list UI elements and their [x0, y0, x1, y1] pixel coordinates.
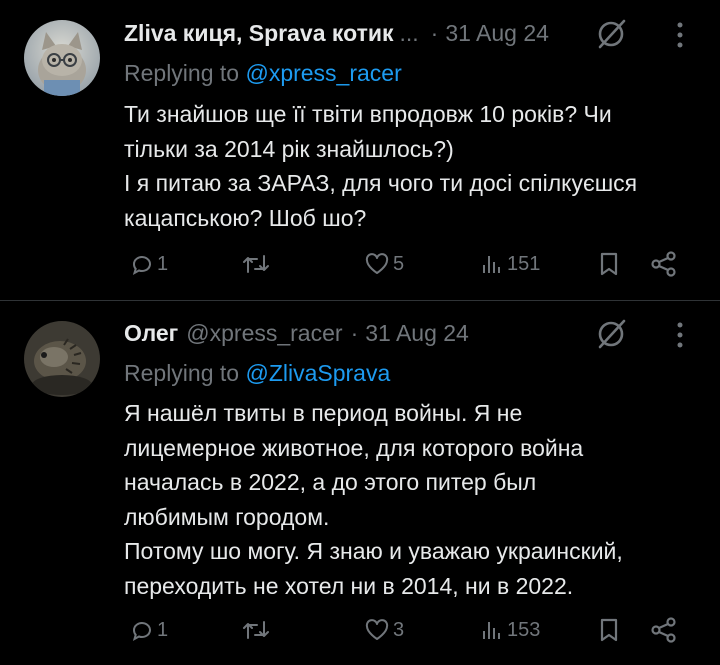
bookmark-icon: [600, 252, 618, 276]
avatar[interactable]: [24, 20, 100, 96]
views-icon: [483, 622, 500, 639]
reply-count: 1: [157, 252, 169, 275]
hedgehog-avatar: [24, 321, 100, 397]
share-icon: [651, 617, 676, 643]
tweet-text-line: началась в 2022, а до этого питер был: [124, 469, 537, 495]
more-options-icon[interactable]: [676, 320, 684, 350]
tweet-date[interactable]: 31 Aug 24: [445, 20, 549, 47]
heart-icon: [365, 619, 389, 640]
tweet-text-line: тільки за 2014 рік знайшлось?): [124, 135, 454, 162]
share-button[interactable]: [650, 247, 678, 281]
avatar[interactable]: [24, 321, 100, 397]
like-button[interactable]: 3: [364, 613, 404, 647]
reply-button[interactable]: 1: [130, 613, 168, 647]
repost-icon: [243, 621, 269, 639]
like-count: 5: [393, 252, 405, 275]
tweet-text-line: Потому шо могу. Я знаю и уважаю украинск…: [124, 538, 623, 564]
share-icon: [651, 251, 676, 277]
tweet-date[interactable]: 31 Aug 24: [365, 320, 469, 347]
grok-icon[interactable]: [594, 317, 628, 351]
repost-icon: [243, 255, 269, 273]
views-icon: [483, 256, 500, 273]
author-handle[interactable]: @xpress_racer: [186, 320, 342, 347]
heart-icon: [365, 253, 389, 274]
bookmark-icon: [600, 618, 618, 642]
date-separator: ·: [350, 319, 359, 346]
tweet-text-line: Ти знайшов ще її твіти впродовж 10 років…: [124, 101, 612, 127]
cat-with-glasses-avatar: [24, 20, 100, 96]
like-button[interactable]: 5: [364, 247, 404, 281]
truncation-ellipsis: ...: [399, 19, 419, 46]
views-button[interactable]: 153: [480, 613, 540, 647]
tweet-text-line: І я питаю за ЗАРАЗ, для чого ти досі спі…: [124, 170, 638, 196]
bookmark-button[interactable]: [598, 247, 620, 281]
replying-prefix: Replying to: [124, 60, 240, 86]
reply-icon: [132, 256, 151, 276]
author-name[interactable]: Олег: [124, 320, 178, 347]
tweet-text-line: кацапською? Шоб шо?: [124, 204, 367, 231]
repost-button[interactable]: [242, 613, 273, 647]
reply-icon: [132, 622, 151, 642]
tweet-text-line: переходить не хотел ни в 2014, ни в 2022…: [124, 572, 574, 599]
reply-mention-link[interactable]: @xpress_racer: [245, 60, 401, 86]
tweet-text: Я нашёл твиты в период войны. Я не лицем…: [124, 396, 704, 603]
share-button[interactable]: [650, 613, 678, 647]
date-separator: ·: [430, 19, 439, 46]
replying-to: Replying to @xpress_racer: [124, 60, 402, 87]
replying-prefix: Replying to: [124, 360, 240, 386]
view-count: 151: [507, 252, 541, 275]
reply-button[interactable]: 1: [130, 247, 168, 281]
views-button[interactable]: 151: [480, 247, 540, 281]
tweet-card[interactable]: Олег @xpress_racer · 31 Aug 24 Replying …: [0, 301, 720, 665]
grok-icon[interactable]: [594, 17, 628, 51]
author-name[interactable]: Zliva киця, Sprava котик: [124, 20, 394, 47]
tweet-text-line: лицемерное животное, для которого война: [124, 434, 584, 461]
reply-count: 1: [157, 618, 169, 641]
like-count: 3: [393, 618, 405, 641]
repost-button[interactable]: [242, 247, 273, 281]
reply-mention-link[interactable]: @ZlivaSprava: [245, 360, 390, 386]
tweet-text-line: Я нашёл твиты в период войны. Я не: [124, 400, 523, 426]
replying-to: Replying to @ZlivaSprava: [124, 360, 390, 387]
action-bar: 1 3 153: [124, 613, 700, 647]
tweet-text: Ти знайшов ще її твіти впродовж 10 років…: [124, 97, 704, 235]
tweet-card[interactable]: Zliva киця, Sprava котик ... · 31 Aug 24…: [0, 0, 720, 301]
view-count: 153: [507, 618, 541, 641]
action-bar: 1 5 151: [124, 247, 700, 281]
tweet-text-line: любимым городом.: [124, 503, 330, 530]
more-options-icon[interactable]: [676, 20, 684, 50]
bookmark-button[interactable]: [598, 613, 620, 647]
